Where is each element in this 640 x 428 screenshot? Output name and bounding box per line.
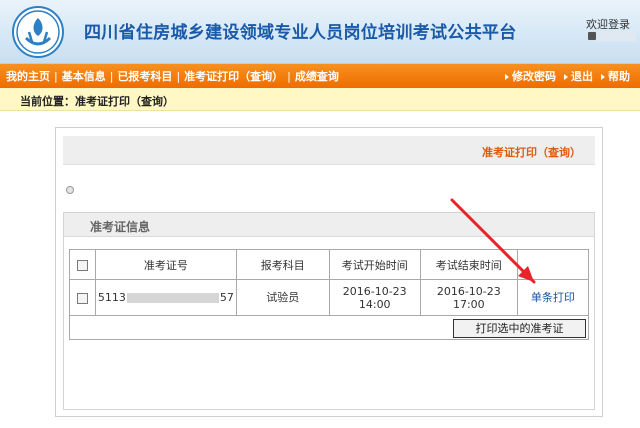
- print-selected-button[interactable]: 打印选中的准考证: [453, 319, 586, 338]
- header-subject: 报考科目: [235, 249, 330, 280]
- header-start-time: 考试开始时间: [328, 249, 421, 280]
- site-logo: [12, 6, 64, 58]
- end-clock: 17:00: [452, 297, 485, 311]
- ticket-number-suffix: 57: [219, 291, 234, 304]
- header: 四川省住房城乡建设领域专业人员岗位培训考试公共平台 欢迎登录: [0, 0, 640, 64]
- admission-ticket-table: 准考证号 报考科目 考试开始时间 考试结束时间 5113 57 试验员 2016-…: [69, 249, 590, 340]
- subject-cell: 试验员: [235, 279, 330, 316]
- main-panel: 准考证打印（查询） 准考证信息 准考证号 报考科目 考试开始时间 考试结束时间 …: [55, 127, 603, 417]
- nav-separator: |: [287, 69, 291, 83]
- header-action: [516, 249, 590, 280]
- table-row: 5113 57 试验员 2016-10-23 14:00 2016-10-23 17:…: [69, 279, 590, 316]
- ticket-number-cell: 5113 57: [94, 279, 237, 316]
- main-nav: 我的主页 | 基本信息 | 已报考科目 | 准考证打印（查询） | 成绩查询 修…: [0, 64, 640, 88]
- site-title: 四川省住房城乡建设领域专业人员岗位培训考试公共平台: [84, 23, 517, 43]
- table-footer-row: 打印选中的准考证: [69, 315, 589, 340]
- nav-separator: |: [54, 69, 58, 83]
- start-date: 2016-10-23: [342, 284, 407, 298]
- nav-item-logout[interactable]: 退出: [564, 68, 593, 84]
- start-clock: 14:00: [358, 297, 391, 311]
- action-cell: 单条打印: [516, 279, 590, 316]
- nav-item-score-query[interactable]: 成绩查询: [295, 68, 339, 84]
- ticket-number-prefix: 5113: [97, 291, 126, 304]
- circle-icon: [66, 186, 74, 194]
- end-date: 2016-10-23: [436, 284, 501, 298]
- triangle-right-icon: [601, 74, 605, 80]
- ticket-number-redacted: [126, 293, 219, 303]
- header-checkbox-cell: [69, 249, 96, 280]
- welcome-text: 欢迎登录: [586, 18, 630, 31]
- nav-item-basic-info[interactable]: 基本信息: [62, 68, 106, 84]
- nav-left: 我的主页 | 基本信息 | 已报考科目 | 准考证打印（查询） | 成绩查询: [6, 64, 339, 88]
- print-single-link[interactable]: 单条打印: [531, 291, 575, 304]
- breadcrumb-text: 当前位置：准考证打印（查询）: [20, 95, 174, 108]
- housing-construction-logo-icon: [16, 10, 60, 54]
- start-time-cell: 2016-10-23 14:00: [328, 279, 421, 316]
- row-checkbox-cell: [69, 279, 96, 316]
- nav-item-home[interactable]: 我的主页: [6, 68, 50, 84]
- user-name-redacted: [596, 31, 636, 41]
- nav-item-label: 帮助: [608, 70, 630, 83]
- section-title: 准考证信息: [90, 220, 151, 234]
- nav-right: 修改密码 退出 帮助: [497, 64, 630, 88]
- end-time-cell: 2016-10-23 17:00: [419, 279, 518, 316]
- row-checkbox[interactable]: [76, 292, 88, 304]
- nav-item-change-password[interactable]: 修改密码: [505, 68, 556, 84]
- table-header-row: 准考证号 报考科目 考试开始时间 考试结束时间: [69, 249, 590, 280]
- admission-ticket-box: 准考证信息 准考证号 报考科目 考试开始时间 考试结束时间 5113 57 试验员…: [63, 212, 595, 410]
- nav-separator: |: [176, 69, 181, 83]
- select-all-checkbox[interactable]: [76, 259, 88, 271]
- header-end-time: 考试结束时间: [419, 249, 518, 280]
- section-header: 准考证信息: [64, 213, 594, 237]
- user-name-mark: [588, 32, 596, 40]
- nav-item-label: 退出: [571, 70, 593, 83]
- triangle-right-icon: [505, 74, 509, 80]
- nav-item-admission-ticket[interactable]: 准考证打印（查询）: [184, 68, 283, 84]
- panel-title-bar: 准考证打印（查询）: [63, 136, 595, 165]
- footer-cell: 打印选中的准考证: [69, 315, 589, 340]
- nav-item-registered-subjects[interactable]: 已报考科目: [117, 68, 172, 84]
- panel-title: 准考证打印（查询）: [482, 146, 581, 159]
- nav-separator: |: [109, 69, 114, 83]
- nav-item-help[interactable]: 帮助: [601, 68, 630, 84]
- breadcrumb: 当前位置：准考证打印（查询）: [0, 88, 640, 111]
- triangle-right-icon: [564, 74, 568, 80]
- nav-item-label: 修改密码: [512, 70, 556, 83]
- header-ticket-number: 准考证号: [94, 249, 237, 280]
